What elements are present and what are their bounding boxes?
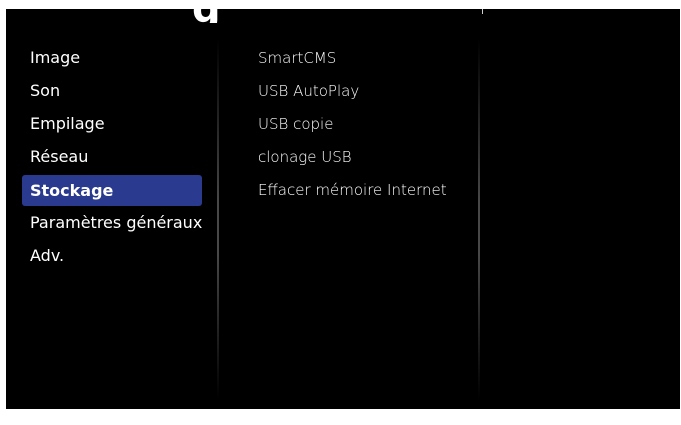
menu-item-adv[interactable]: Adv. — [22, 241, 202, 274]
top-edge-mark — [482, 9, 483, 14]
menu-item-empilage[interactable]: Empilage — [22, 109, 202, 142]
column-divider-left — [217, 39, 219, 399]
submenu-item-usb-autoplay[interactable]: USB AutoPlay — [258, 76, 473, 109]
submenu-item-clonage-usb[interactable]: clonage USB — [258, 142, 473, 175]
menu-item-reseau[interactable]: Réseau — [22, 142, 202, 175]
menu-item-son[interactable]: Son — [22, 76, 202, 109]
osd-menu-screen: g Image Son Empilage Réseau Stockage Par… — [6, 9, 680, 409]
menu-item-parametres-generaux[interactable]: Paramètres généraux — [22, 208, 202, 241]
submenu-item-smartcms[interactable]: SmartCMS — [258, 43, 473, 76]
menu-item-image[interactable]: Image — [22, 43, 202, 76]
main-menu: Image Son Empilage Réseau Stockage Param… — [22, 43, 202, 274]
menu-item-stockage[interactable]: Stockage — [22, 175, 202, 206]
cropped-title-glyph: g — [192, 9, 220, 23]
submenu-item-usb-copie[interactable]: USB copie — [258, 109, 473, 142]
column-divider-right — [478, 39, 480, 399]
submenu-stockage: SmartCMS USB AutoPlay USB copie clonage … — [258, 43, 473, 208]
submenu-item-effacer-memoire-internet[interactable]: Effacer mémoire Internet — [258, 175, 473, 208]
